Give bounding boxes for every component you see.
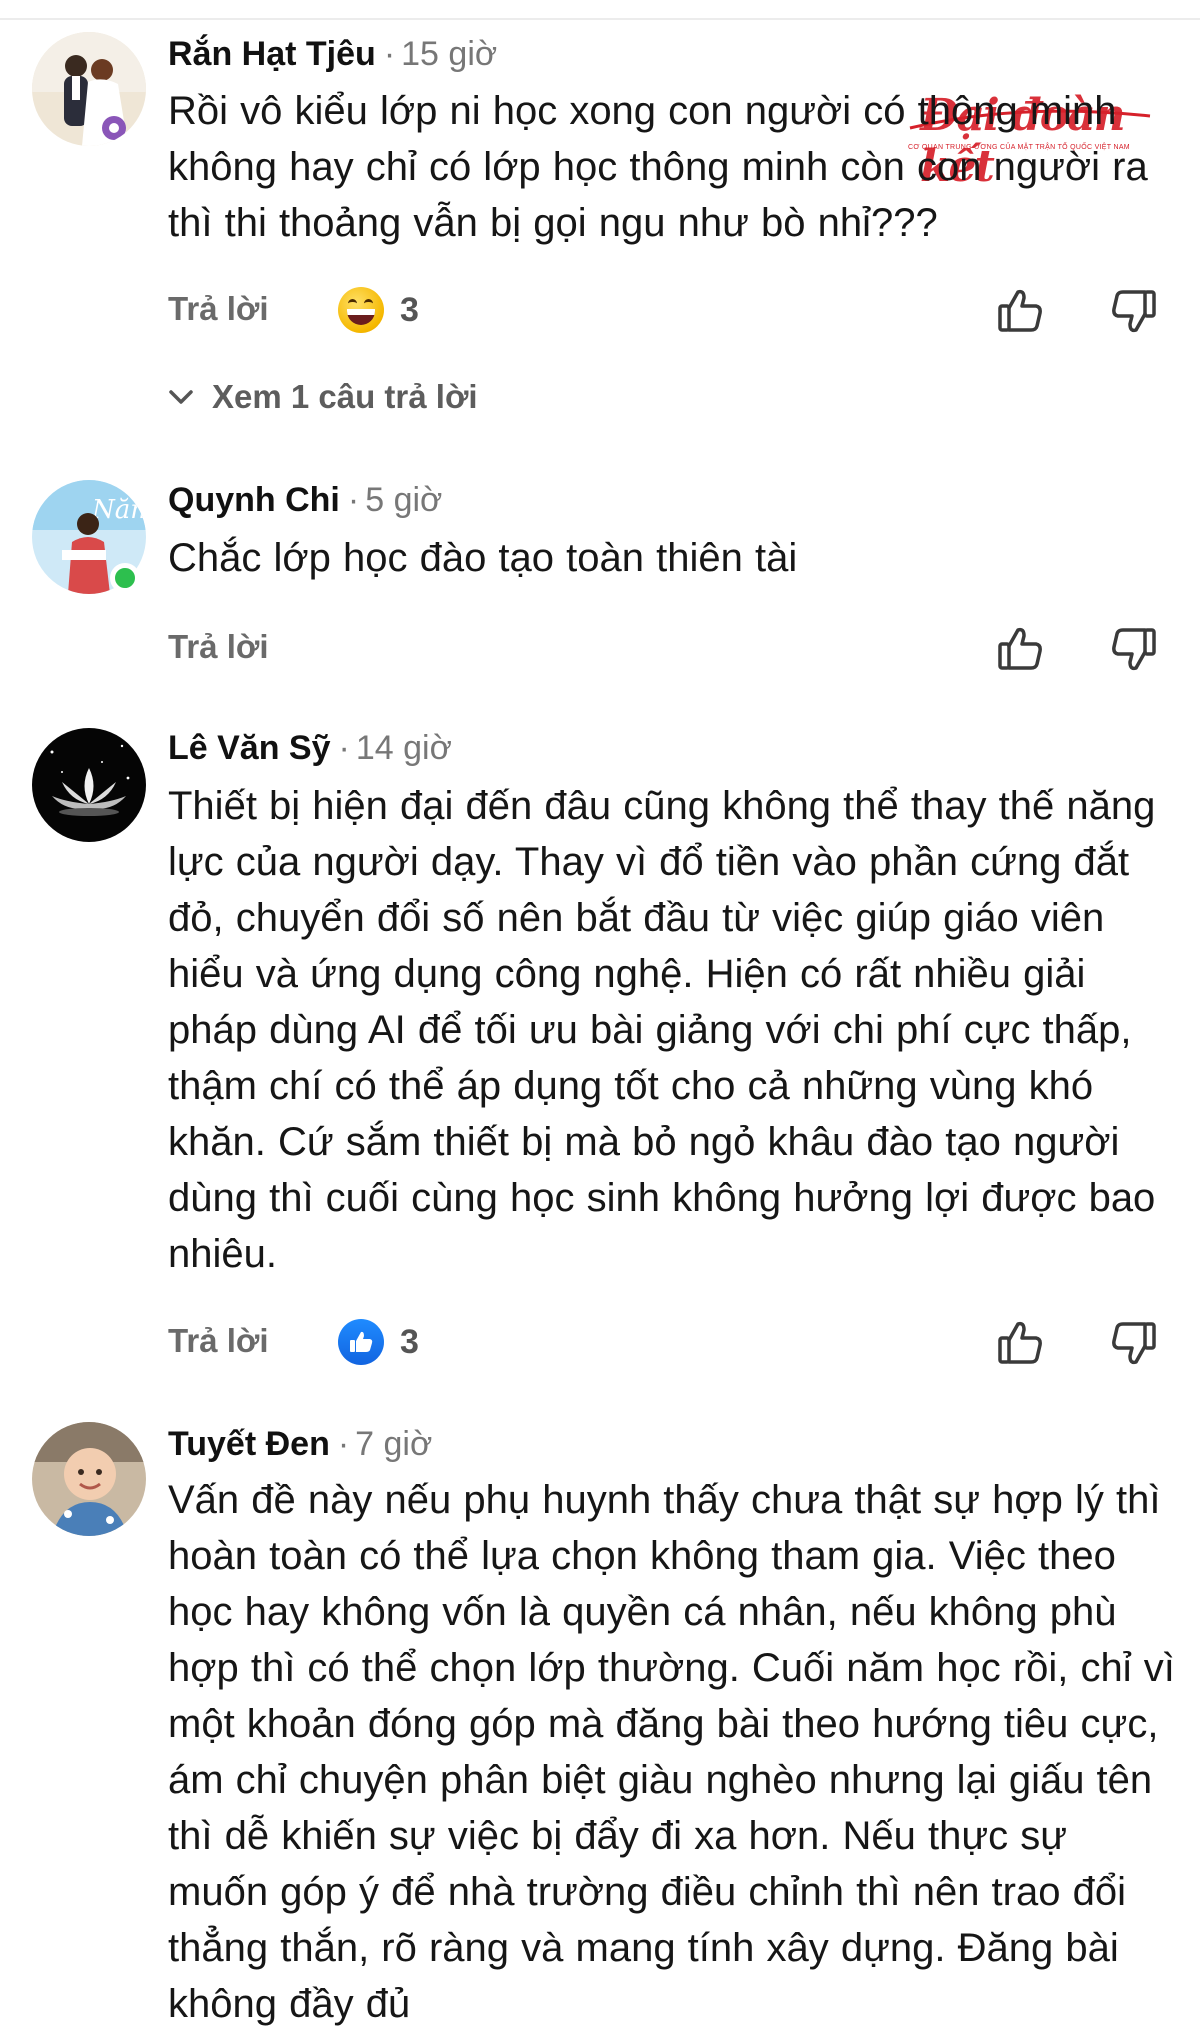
author-name[interactable]: Quynh Chi <box>168 481 340 519</box>
top-divider <box>0 18 1200 20</box>
thumbs-down-icon[interactable] <box>1110 1320 1158 1373</box>
thumbs-up-icon[interactable] <box>996 286 1044 339</box>
comment-header: Lê Văn Sỹ · 14 giờ <box>168 728 452 768</box>
thumbs-up-icon[interactable] <box>996 1318 1044 1371</box>
reply-button[interactable]: Trả lời <box>168 628 269 666</box>
separator-dot: · <box>383 35 396 73</box>
author-name[interactable]: Rắn Hạt Tjêu <box>168 35 376 73</box>
avatar[interactable] <box>32 728 146 842</box>
chevron-down-icon <box>169 390 193 404</box>
comment-header: Tuyết Đen · 7 giờ <box>168 1424 432 1464</box>
comment-time: 7 giờ <box>355 1425 433 1463</box>
reaction-count: 3 <box>400 290 419 329</box>
reply-button[interactable]: Trả lời <box>168 1322 269 1360</box>
comment-time: 5 giờ <box>365 481 443 519</box>
comment-time: 15 giờ <box>401 35 498 73</box>
reaction-summary[interactable]: 3 <box>338 285 419 335</box>
comment-header: Quynh Chi · 5 giờ <box>168 480 442 520</box>
thumbs-up-icon[interactable] <box>996 624 1044 677</box>
separator-dot: · <box>338 729 350 767</box>
view-replies-button[interactable]: Xem 1 câu trả lời <box>168 378 478 416</box>
comment-actions: Trả lời 3 <box>0 1312 1200 1372</box>
comment-header: Rắn Hạt Tjêu · 15 giờ <box>168 34 497 74</box>
avatar[interactable] <box>32 1422 146 1536</box>
author-name[interactable]: Tuyết Đen <box>168 1425 330 1463</box>
svg-text:Năm: Năm <box>91 495 146 525</box>
laughing-emoji-icon <box>338 287 384 333</box>
reaction-count: 3 <box>400 1322 419 1361</box>
comment-text: Rồi vô kiểu lớp ni học xong con người có… <box>168 89 1148 245</box>
comment-actions: Trả lời 3 <box>0 280 1200 340</box>
comment-actions: Trả lời <box>0 618 1200 678</box>
comment-text: Thiết bị hiện đại đến đâu cũng không thể… <box>168 784 1156 1276</box>
comment-time: 14 giờ <box>355 729 452 767</box>
comment-text: Chắc lớp học đào tạo toàn thiên tài <box>168 536 798 580</box>
author-name[interactable]: Lê Văn Sỹ <box>168 729 331 767</box>
thumbs-down-icon[interactable] <box>1110 288 1158 341</box>
like-badge-icon <box>338 1319 384 1365</box>
reply-button[interactable]: Trả lời <box>168 290 269 328</box>
comment-text: Vấn đề này nếu phụ huynh thấy chưa thật … <box>168 1478 1175 2026</box>
online-status-badge <box>110 563 140 593</box>
avatar[interactable] <box>32 32 146 146</box>
reaction-summary[interactable]: 3 <box>338 1317 419 1367</box>
separator-dot: · <box>347 481 360 519</box>
view-replies-label: Xem 1 câu trả lời <box>212 378 478 415</box>
thumbs-down-icon[interactable] <box>1110 626 1158 679</box>
separator-dot: · <box>337 1425 350 1463</box>
